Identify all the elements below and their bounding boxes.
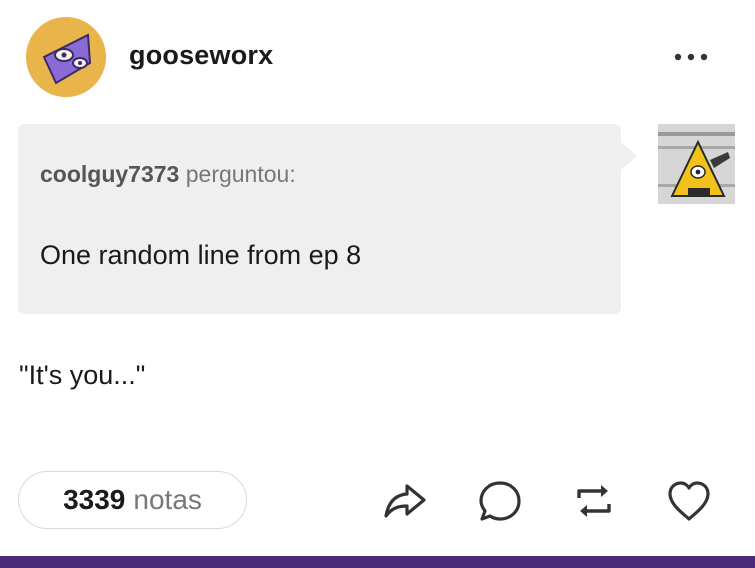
post-card: gooseworx coolguy7373 perguntou: One ran… bbox=[0, 0, 755, 568]
like-button[interactable] bbox=[664, 476, 714, 526]
author-username[interactable]: gooseworx bbox=[129, 40, 273, 71]
post-body: gooseworx coolguy7373 perguntou: One ran… bbox=[0, 0, 755, 556]
asker-username[interactable]: coolguy7373 bbox=[40, 161, 179, 187]
share-button[interactable] bbox=[380, 476, 430, 526]
ask-bubble bbox=[18, 124, 621, 314]
author-avatar[interactable] bbox=[26, 17, 106, 97]
notes-button[interactable]: 3339 notas bbox=[18, 471, 247, 529]
asker-avatar-illustration-icon bbox=[658, 124, 735, 204]
more-options-button[interactable] bbox=[668, 42, 714, 72]
more-dots-icon bbox=[674, 53, 708, 61]
reblog-icon bbox=[577, 485, 611, 517]
notes-label: notas bbox=[133, 484, 202, 515]
avatar-illustration-icon bbox=[26, 17, 106, 97]
asker-avatar[interactable] bbox=[658, 124, 735, 204]
reply-button[interactable] bbox=[475, 476, 525, 526]
reply-icon bbox=[479, 481, 521, 521]
asker-verb: perguntou: bbox=[185, 161, 296, 187]
share-icon bbox=[384, 484, 426, 518]
notes-count: 3339 bbox=[63, 484, 126, 515]
ask-bubble-tail bbox=[619, 140, 637, 172]
bottom-accent-bar bbox=[0, 556, 755, 568]
asker-line: coolguy7373 perguntou: bbox=[40, 161, 296, 188]
reblog-button[interactable] bbox=[569, 476, 619, 526]
heart-icon bbox=[668, 481, 710, 521]
answer-text: "It's you..." bbox=[19, 360, 146, 390]
question-text: One random line from ep 8 bbox=[40, 240, 362, 270]
